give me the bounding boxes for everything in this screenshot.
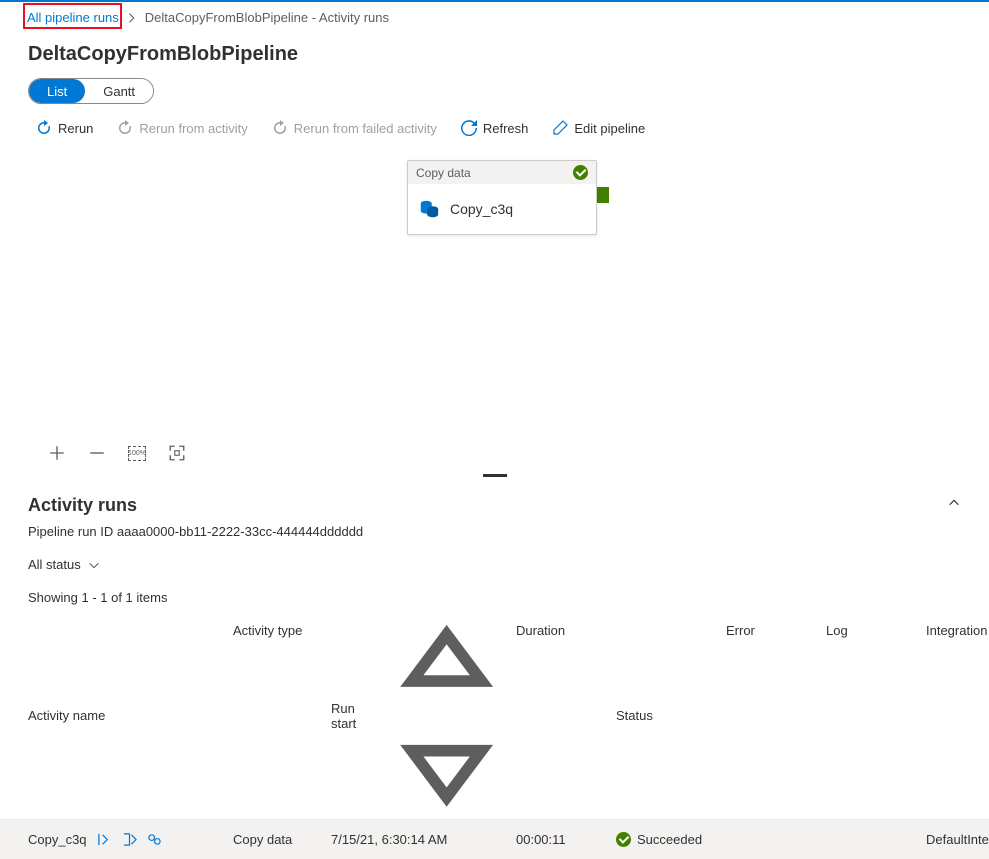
breadcrumb: All pipeline runs DeltaCopyFromBlobPipel… [0, 2, 989, 33]
zoom-controls: 100% [0, 438, 989, 472]
view-list-button[interactable]: List [29, 79, 85, 103]
resizer-handle-icon [483, 474, 507, 477]
activity-connector [597, 187, 609, 203]
rerun-failed-button: Rerun from failed activity [272, 120, 437, 136]
activity-runs-table: Activity name Activity type Run start Du… [0, 615, 989, 859]
status-filter-label: All status [28, 557, 81, 572]
rerun-activity-button: Rerun from activity [117, 120, 247, 136]
pipeline-canvas[interactable]: Copy data Copy_c3q [0, 148, 989, 438]
run-id-value: aaaa0000-bb11-2222-33cc-444444dddddd [117, 524, 363, 539]
activity-card-type: Copy data [416, 166, 471, 180]
col-activity-type[interactable]: Activity type [233, 623, 331, 809]
refresh-label: Refresh [483, 121, 529, 136]
edit-icon [552, 120, 568, 136]
row-status: Succeeded [637, 832, 702, 847]
rerun-activity-label: Rerun from activity [139, 121, 247, 136]
table-row[interactable]: Copy_c3q Copy data 7/15/21, 6:30:14 AM 0… [0, 820, 989, 859]
row-activity-name: Copy_c3q [28, 832, 87, 847]
input-icon[interactable] [97, 832, 112, 847]
chevron-down-icon [87, 558, 101, 572]
collapse-section-button[interactable] [947, 496, 961, 515]
chevron-up-icon [947, 496, 961, 510]
col-run-start[interactable]: Run start [331, 623, 516, 809]
chevron-right-icon [125, 11, 139, 25]
row-run-start: 7/15/21, 6:30:14 AM [331, 832, 516, 847]
row-duration: 00:00:11 [516, 832, 616, 847]
breadcrumb-current: DeltaCopyFromBlobPipeline - Activity run… [145, 10, 389, 25]
row-activity-type: Copy data [233, 832, 331, 847]
col-run-start-label: Run start [331, 701, 371, 731]
rerun-label: Rerun [58, 121, 93, 136]
minus-icon [88, 444, 106, 462]
activity-card-name: Copy_c3q [450, 201, 513, 217]
col-integration[interactable]: Integration r [926, 623, 989, 809]
breadcrumb-all-runs-link[interactable]: All pipeline runs [27, 10, 119, 25]
run-id-label: Pipeline run ID [28, 524, 113, 539]
view-gantt-button[interactable]: Gantt [85, 79, 153, 103]
plus-icon [48, 444, 66, 462]
activity-runs-heading: Activity runs [28, 495, 137, 516]
refresh-icon [461, 120, 477, 136]
col-log[interactable]: Log [826, 623, 926, 809]
col-activity-name[interactable]: Activity name [28, 623, 233, 809]
edit-pipeline-label: Edit pipeline [574, 121, 645, 136]
rerun-activity-icon [117, 120, 133, 136]
success-icon [616, 832, 631, 847]
table-header: Activity name Activity type Run start Du… [0, 615, 989, 820]
showing-count: Showing 1 - 1 of 1 items [0, 576, 989, 615]
activity-card-header: Copy data [408, 161, 596, 184]
zoom-in-button[interactable] [48, 444, 66, 462]
details-icon[interactable] [147, 832, 162, 847]
output-icon[interactable] [122, 832, 137, 847]
toolbar: Rerun Rerun from activity Rerun from fai… [0, 104, 989, 148]
zoom-out-button[interactable] [88, 444, 106, 462]
view-toggle: List Gantt [28, 78, 154, 104]
rerun-button[interactable]: Rerun [36, 120, 93, 136]
page-title: DeltaCopyFromBlobPipeline [0, 33, 989, 78]
rerun-failed-icon [272, 120, 288, 136]
fullscreen-button[interactable] [168, 444, 186, 462]
col-status[interactable]: Status [616, 623, 726, 809]
rerun-icon [36, 120, 52, 136]
col-error[interactable]: Error [726, 623, 826, 809]
refresh-button[interactable]: Refresh [461, 120, 529, 136]
col-duration[interactable]: Duration [516, 623, 616, 809]
row-integration: DefaultIntegr [926, 832, 989, 847]
success-indicator-icon [573, 165, 588, 180]
rerun-failed-label: Rerun from failed activity [294, 121, 437, 136]
activity-card[interactable]: Copy data Copy_c3q [407, 160, 597, 235]
fullscreen-icon [168, 444, 186, 462]
database-icon [418, 198, 440, 220]
status-filter-dropdown[interactable]: All status [28, 553, 101, 576]
zoom-fit-button[interactable]: 100% [128, 446, 146, 461]
sort-icon [377, 623, 516, 809]
panel-resizer[interactable] [0, 472, 989, 479]
edit-pipeline-button[interactable]: Edit pipeline [552, 120, 645, 136]
